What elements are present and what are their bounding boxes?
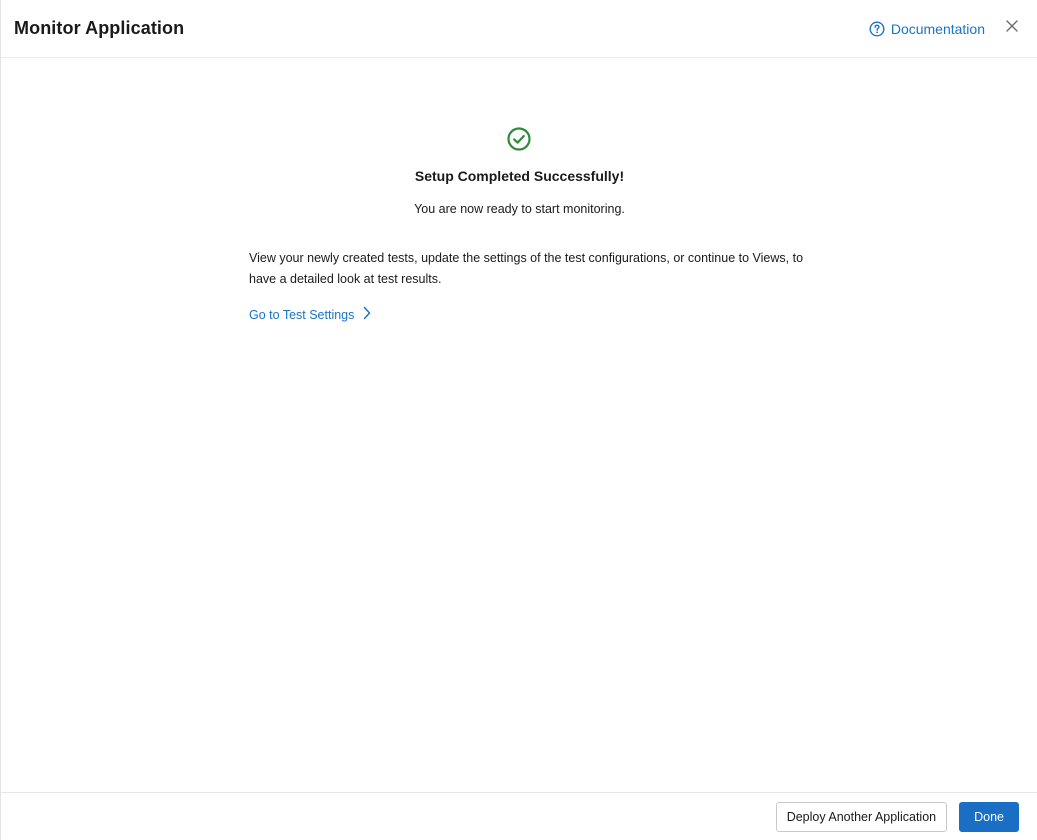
success-title: Setup Completed Successfully! xyxy=(414,168,625,184)
chevron-right-icon xyxy=(362,306,372,323)
monitor-application-dialog: Monitor Application Documentation Setup … xyxy=(0,0,1037,840)
header-actions: Documentation xyxy=(869,18,1023,40)
close-button[interactable] xyxy=(1001,18,1023,40)
dialog-title: Monitor Application xyxy=(14,18,185,38)
documentation-link[interactable]: Documentation xyxy=(869,21,985,37)
go-to-test-settings-link[interactable]: Go to Test Settings xyxy=(249,306,372,323)
dialog-header: Monitor Application Documentation xyxy=(1,0,1037,58)
success-subtitle: You are now ready to start monitoring. xyxy=(414,202,625,216)
documentation-label: Documentation xyxy=(890,20,985,37)
deploy-another-application-button[interactable]: Deploy Another Application xyxy=(775,801,948,832)
close-icon xyxy=(1005,19,1019,38)
go-to-test-settings-label: Go to Test Settings xyxy=(249,307,355,322)
description-text: View your newly created tests, update th… xyxy=(249,251,804,286)
done-button[interactable]: Done xyxy=(959,801,1019,832)
dialog-footer: Deploy Another Application Done xyxy=(1,792,1037,840)
question-circle-icon xyxy=(869,20,885,37)
dialog-content: Setup Completed Successfully! You are no… xyxy=(1,58,1037,792)
check-circle-icon xyxy=(506,126,532,152)
